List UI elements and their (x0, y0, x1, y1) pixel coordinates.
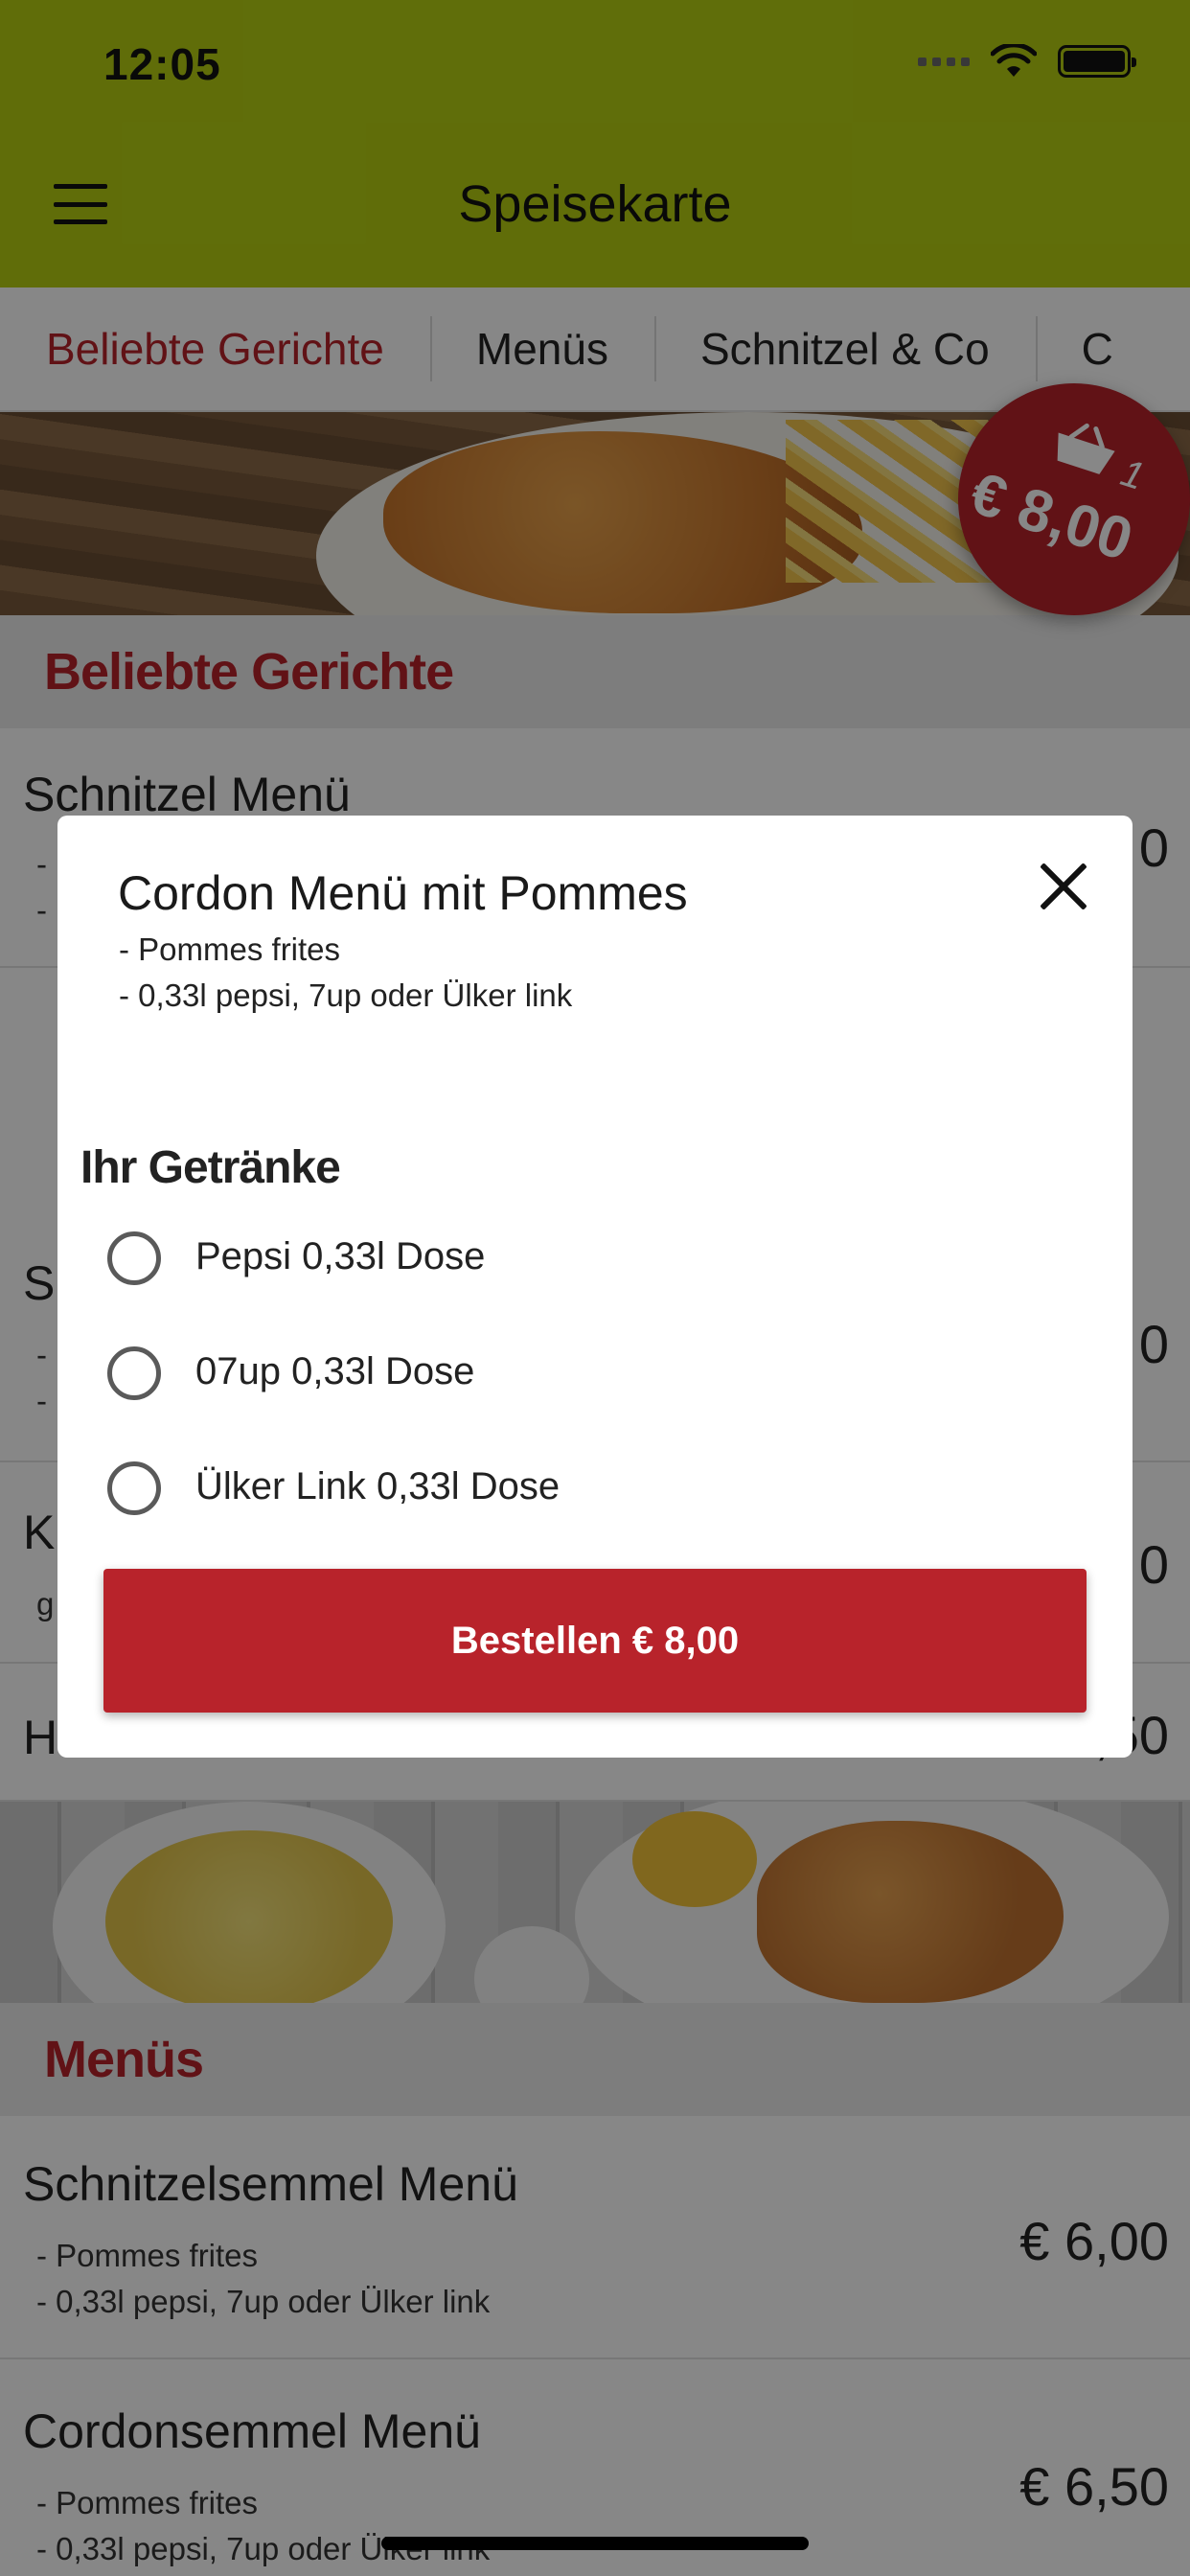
option-label: Ülker Link 0,33l Dose (195, 1465, 561, 1507)
dialog-title: Cordon Menü mit Pommes (118, 866, 688, 920)
option-label: Pepsi 0,33l Dose (195, 1235, 486, 1277)
home-indicator (381, 2537, 809, 2550)
dialog-desc-line: - 0,33l pepsi, 7up oder Ülker link (119, 978, 573, 1013)
radio-button[interactable] (107, 1346, 161, 1400)
product-options-dialog: Cordon Menü mit Pommes - Pommes frites -… (57, 816, 1133, 1758)
app-screen: 12:05 Speisekarte Beliebte Gerichte Menü… (0, 0, 1190, 2576)
order-button[interactable]: Bestellen € 8,00 (103, 1569, 1087, 1713)
dialog-desc-line: - Pommes frites (119, 932, 341, 967)
radio-button[interactable] (107, 1461, 161, 1515)
option-label: 07up 0,33l Dose (195, 1350, 475, 1392)
close-icon[interactable] (1039, 862, 1088, 911)
radio-button[interactable] (107, 1231, 161, 1285)
drink-option-7up[interactable]: 07up 0,33l Dose (107, 1335, 970, 1412)
drink-option-pepsi[interactable]: Pepsi 0,33l Dose (107, 1220, 970, 1297)
drink-option-ulker[interactable]: Ülker Link 0,33l Dose (107, 1450, 970, 1527)
drink-group-label: Ihr Getränke (80, 1142, 341, 1193)
dialog-description: - Pommes frites - 0,33l pepsi, 7up oder … (119, 927, 572, 1019)
